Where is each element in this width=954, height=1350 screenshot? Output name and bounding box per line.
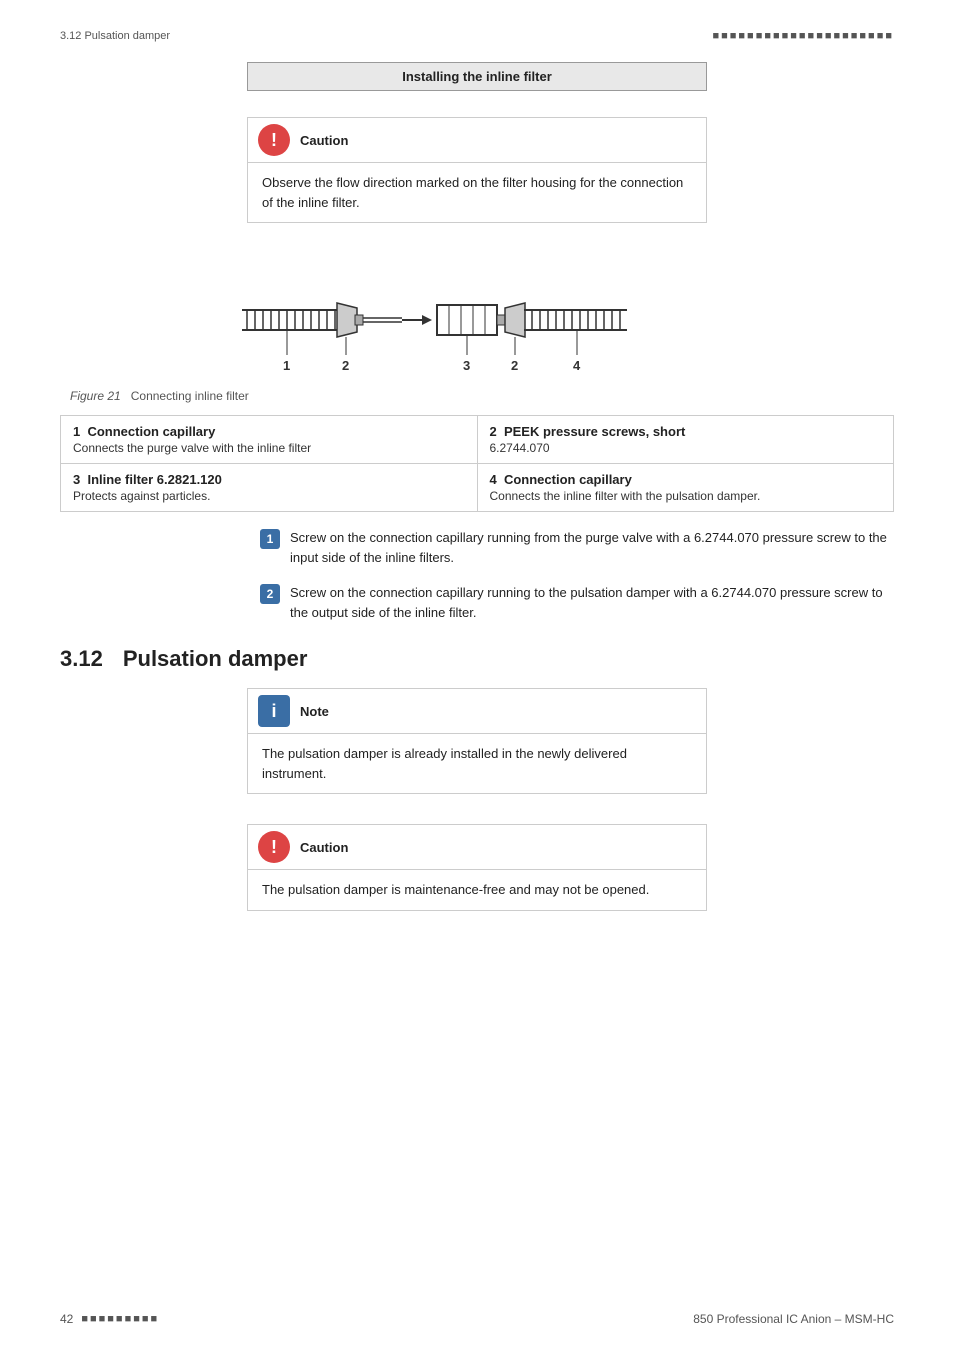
inline-filter-diagram: 1 2 3 2 4 [227,255,727,385]
section-title: Pulsation damper [123,646,308,672]
step-1: 1 Screw on the connection capillary runn… [260,528,894,567]
callout-title-3: Inline filter 6.2821.120 [87,472,221,487]
step-text-1: Screw on the connection capillary runnin… [290,528,894,567]
caution-box-1: ! Caution Observe the flow direction mar… [247,117,707,223]
figure-label: Figure 21 [70,389,121,403]
step-number-1: 1 [260,529,280,549]
callout-desc-3: Protects against particles. [73,489,465,503]
callout-title-1: Connection capillary [87,424,215,439]
callout-cell-2: 2 PEEK pressure screws, short 6.2744.070 [477,416,894,464]
callout-desc-2: 6.2744.070 [490,441,882,455]
svg-text:1: 1 [283,358,290,373]
page-footer: 42 ■■■■■■■■■ 850 Professional IC Anion –… [60,1312,894,1326]
footer-dots: ■■■■■■■■■ [81,1313,159,1325]
callout-title-2: PEEK pressure screws, short [504,424,685,439]
note-header: i Note [248,689,706,734]
callout-num-2: 2 [490,424,504,439]
steps-area: 1 Screw on the connection capillary runn… [260,528,894,622]
header-dots: ■■■■■■■■■■■■■■■■■■■■■ [712,30,894,42]
step-number-2: 2 [260,584,280,604]
caution-title-2: Caution [300,840,348,855]
callout-num-3: 3 [73,472,87,487]
step-text-2: Screw on the connection capillary runnin… [290,583,894,622]
note-body: The pulsation damper is already installe… [248,734,706,793]
callout-num-1: 1 [73,424,87,439]
caution-icon-2: ! [258,831,290,863]
svg-text:4: 4 [573,358,581,373]
callout-row-2: 3 Inline filter 6.2821.120 Protects agai… [61,464,894,512]
note-icon: i [258,695,290,727]
footer-page-info: 42 ■■■■■■■■■ [60,1312,159,1326]
diagram-container: 1 2 3 2 4 [60,255,894,385]
callout-cell-1: 1 Connection capillary Connects the purg… [61,416,478,464]
callout-num-4: 4 [490,472,504,487]
caution-header-2: ! Caution [248,825,706,870]
callout-table: 1 Connection capillary Connects the purg… [60,415,894,512]
callout-cell-4: 4 Connection capillary Connects the inli… [477,464,894,512]
figure-area: 1 2 3 2 4 Figure 21 Connecting inline fi… [60,255,894,403]
svg-text:2: 2 [342,358,349,373]
breadcrumb: 3.12 Pulsation damper [60,30,170,42]
caution-icon-1: ! [258,124,290,156]
callout-desc-4: Connects the inline filter with the puls… [490,489,882,503]
figure-title: Connecting inline filter [131,389,249,403]
page: 3.12 Pulsation damper ■■■■■■■■■■■■■■■■■■… [0,0,954,1350]
installing-heading-box: Installing the inline filter [247,62,707,91]
caution-header-1: ! Caution [248,118,706,163]
page-number: 42 [60,1312,73,1326]
step-2: 2 Screw on the connection capillary runn… [260,583,894,622]
note-title: Note [300,704,329,719]
svg-text:2: 2 [511,358,518,373]
svg-text:3: 3 [463,358,470,373]
installing-heading-text: Installing the inline filter [402,69,552,84]
section-number: 3.12 [60,646,103,672]
caution-body-2: The pulsation damper is maintenance-free… [248,870,706,910]
callout-row-1: 1 Connection capillary Connects the purg… [61,416,894,464]
caution-title-1: Caution [300,133,348,148]
note-box: i Note The pulsation damper is already i… [247,688,707,794]
section-312-heading: 3.12 Pulsation damper [60,646,894,672]
footer-product: 850 Professional IC Anion – MSM-HC [693,1312,894,1326]
figure-caption: Figure 21 Connecting inline filter [60,389,894,403]
caution-body-1: Observe the flow direction marked on the… [248,163,706,222]
callout-desc-1: Connects the purge valve with the inline… [73,441,465,455]
caution-box-2: ! Caution The pulsation damper is mainte… [247,824,707,911]
callout-title-4: Connection capillary [504,472,632,487]
page-header: 3.12 Pulsation damper ■■■■■■■■■■■■■■■■■■… [60,30,894,42]
callout-cell-3: 3 Inline filter 6.2821.120 Protects agai… [61,464,478,512]
